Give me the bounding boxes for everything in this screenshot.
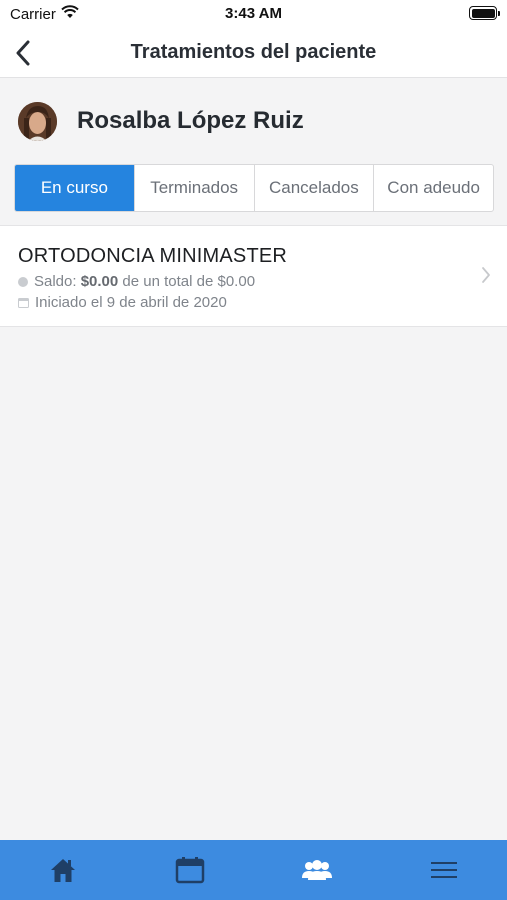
status-bar: Carrier 3:43 AM [0, 0, 507, 28]
page-title: Tratamientos del paciente [130, 41, 377, 63]
menu-icon [430, 862, 457, 878]
tab-en-curso[interactable]: En curso [15, 165, 135, 211]
patient-name: Rosalba López Ruiz [77, 107, 304, 134]
tab-cancelados[interactable]: Cancelados [255, 165, 375, 211]
tab-calendar[interactable] [160, 850, 220, 890]
calendar-icon [175, 857, 205, 884]
status-time: 3:43 AM [225, 5, 282, 22]
home-icon [51, 859, 76, 882]
patients-icon [301, 860, 332, 880]
tab-con-adeudo[interactable]: Con adeudo [374, 165, 493, 211]
treatment-start-date: Iniciado el 9 de abril de 2020 [18, 294, 227, 311]
tab-menu[interactable] [414, 850, 474, 890]
treatment-list-item[interactable]: ORTODONCIA MINIMASTER Saldo: $0.00 de un… [0, 225, 507, 327]
start-date-text: Iniciado el 9 de abril de 2020 [35, 294, 227, 311]
battery-icon [469, 6, 500, 20]
balance-prefix: Saldo: [34, 273, 81, 290]
nav-bar: Tratamientos del paciente [0, 28, 507, 78]
chevron-right-icon [482, 267, 490, 283]
patient-header: Rosalba López Ruiz [18, 101, 304, 141]
tab-home[interactable] [33, 850, 93, 890]
treatment-balance: Saldo: $0.00 de un total de $0.00 [18, 273, 255, 290]
status-dot-icon [18, 276, 28, 287]
tab-terminados[interactable]: Terminados [135, 165, 255, 211]
status-tabs: En curso Terminados Cancelados Con adeud… [14, 164, 494, 212]
calendar-small-icon [18, 298, 29, 308]
treatment-title: ORTODONCIA MINIMASTER [18, 245, 288, 267]
screen: Carrier 3:43 AM Tratamientos del pacient… [0, 0, 507, 900]
avatar [18, 101, 57, 141]
balance-suffix: de un total de $0.00 [118, 273, 256, 290]
tab-patients[interactable] [287, 850, 347, 890]
bottom-tab-bar [0, 840, 507, 900]
balance-value: $0.00 [80, 273, 119, 290]
